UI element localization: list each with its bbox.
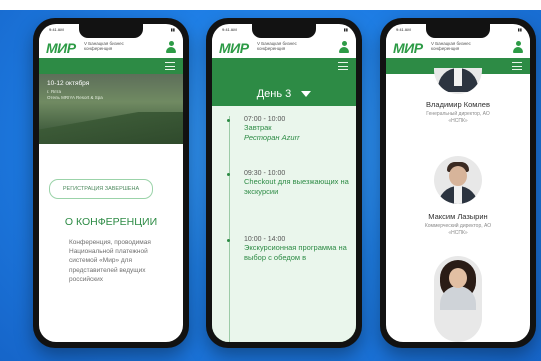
battery-icon: ▮▮ [170,27,175,32]
event-time: 10:00 - 14:00 [244,236,286,243]
event-name: Завтрак [244,123,272,132]
battery-icon: ▮▮ [517,27,522,32]
phone-screen: 9:41 AM ▮▮ МИР V Банацкая бизнес конфере… [212,24,356,342]
user-icon[interactable] [339,41,349,53]
event-city: г. Ялта [47,89,61,94]
user-icon[interactable] [513,41,523,53]
header-tagline: V Банацкая бизнес конференция [431,41,471,51]
schedule-event[interactable]: 10:00 - 14:00 Экскурсионная программа на… [227,236,349,262]
schedule-timeline: 07:00 - 10:00 Завтрак Ресторан Azurr 09:… [212,106,356,342]
event-name: Экскурсионная программа на выбор с обедо… [244,243,347,262]
mir-logo[interactable]: МИР [393,40,423,56]
registration-button[interactable]: РЕГИСТРАЦИЯ ЗАВЕРШЕНА [49,179,153,199]
speaker-position: Коммерческий директор, АО «НСПК» [424,223,492,236]
event-time: 07:00 - 10:00 [244,116,286,123]
timeline-dot [227,239,230,242]
schedule-event[interactable]: 09:30 - 10:00 Checkout для выезжающих на… [227,170,349,196]
status-time: 9:41 AM [396,27,411,32]
speaker-photo [434,68,482,94]
speaker-card[interactable]: Владимир Комлев Генеральный директор, АО… [386,100,530,124]
event-dates: 10-12 октября [47,80,90,87]
menu-icon[interactable] [338,62,348,70]
mir-logo[interactable]: МИР [46,40,76,56]
menu-icon[interactable] [165,62,175,70]
speaker-card[interactable]: Максим Лазырин Коммерческий директор, АО… [386,212,530,236]
status-time: 9:41 AM [49,27,64,32]
speaker-name: Владимир Комлев [426,100,490,109]
phone-notch [252,24,316,38]
phone-mockup-2: 9:41 AM ▮▮ МИР V Банацкая бизнес конфере… [206,18,362,348]
nav-bar [39,58,183,74]
header-tagline: V Банацкая бизнес конференция [257,41,297,51]
timeline-dot [227,119,230,122]
speaker-name: Максим Лазырин [428,212,488,221]
day-label: День 3 [256,88,292,100]
phone-mockup-3: 9:41 AM ▮▮ МИР V Банацкая бизнес конфере… [380,18,536,348]
phone-mockup-1: 9:41 AM ▮▮ МИР V Банацкая бизнес конфере… [33,18,189,348]
event-time: 09:30 - 10:00 [244,170,286,177]
about-title: О КОНФЕРЕНЦИИ [64,216,158,228]
promo-background: 9:41 AM ▮▮ МИР V Банацкая бизнес конфере… [0,0,541,361]
header-tagline: V Банацкая бизнес конференция [84,41,124,51]
day-selector[interactable]: День 3 [212,88,356,100]
hero-banner: 10-12 октября г. Ялта Отель MRIYA Resort… [39,74,183,144]
speaker-photo [434,256,482,342]
mir-logo[interactable]: МИР [219,40,249,56]
schedule-event[interactable]: 07:00 - 10:00 Завтрак Ресторан Azurr [227,116,349,142]
app-header: МИР V Банацкая бизнес конференция [212,38,356,58]
user-icon[interactable] [166,41,176,53]
timeline-dot [227,173,230,176]
battery-icon: ▮▮ [343,27,348,32]
event-place: Ресторан Azurr [244,132,300,142]
app-header: МИР V Банацкая бизнес конференция [39,38,183,58]
speaker-position: Генеральный директор, АО «НСПК» [426,111,490,124]
event-hotel: Отель MRIYA Resort & Spa [47,95,103,100]
phone-notch [79,24,143,38]
mountain-image [39,112,183,144]
chevron-down-icon [301,91,312,98]
menu-icon[interactable] [512,62,522,70]
phone-screen: 9:41 AM ▮▮ МИР V Банацкая бизнес конфере… [39,24,183,342]
status-time: 9:41 AM [222,27,237,32]
nav-bar [212,58,356,74]
phone-notch [426,24,490,38]
app-header: МИР V Банацкая бизнес конференция [386,38,530,58]
speaker-photo [434,156,482,204]
timeline-line [229,116,230,342]
phone-screen: 9:41 AM ▮▮ МИР V Банацкая бизнес конфере… [386,24,530,342]
event-name: Checkout для выезжающих на экскурсии [244,177,349,196]
about-text: Конференция, проводимая Национальной пла… [69,239,151,283]
